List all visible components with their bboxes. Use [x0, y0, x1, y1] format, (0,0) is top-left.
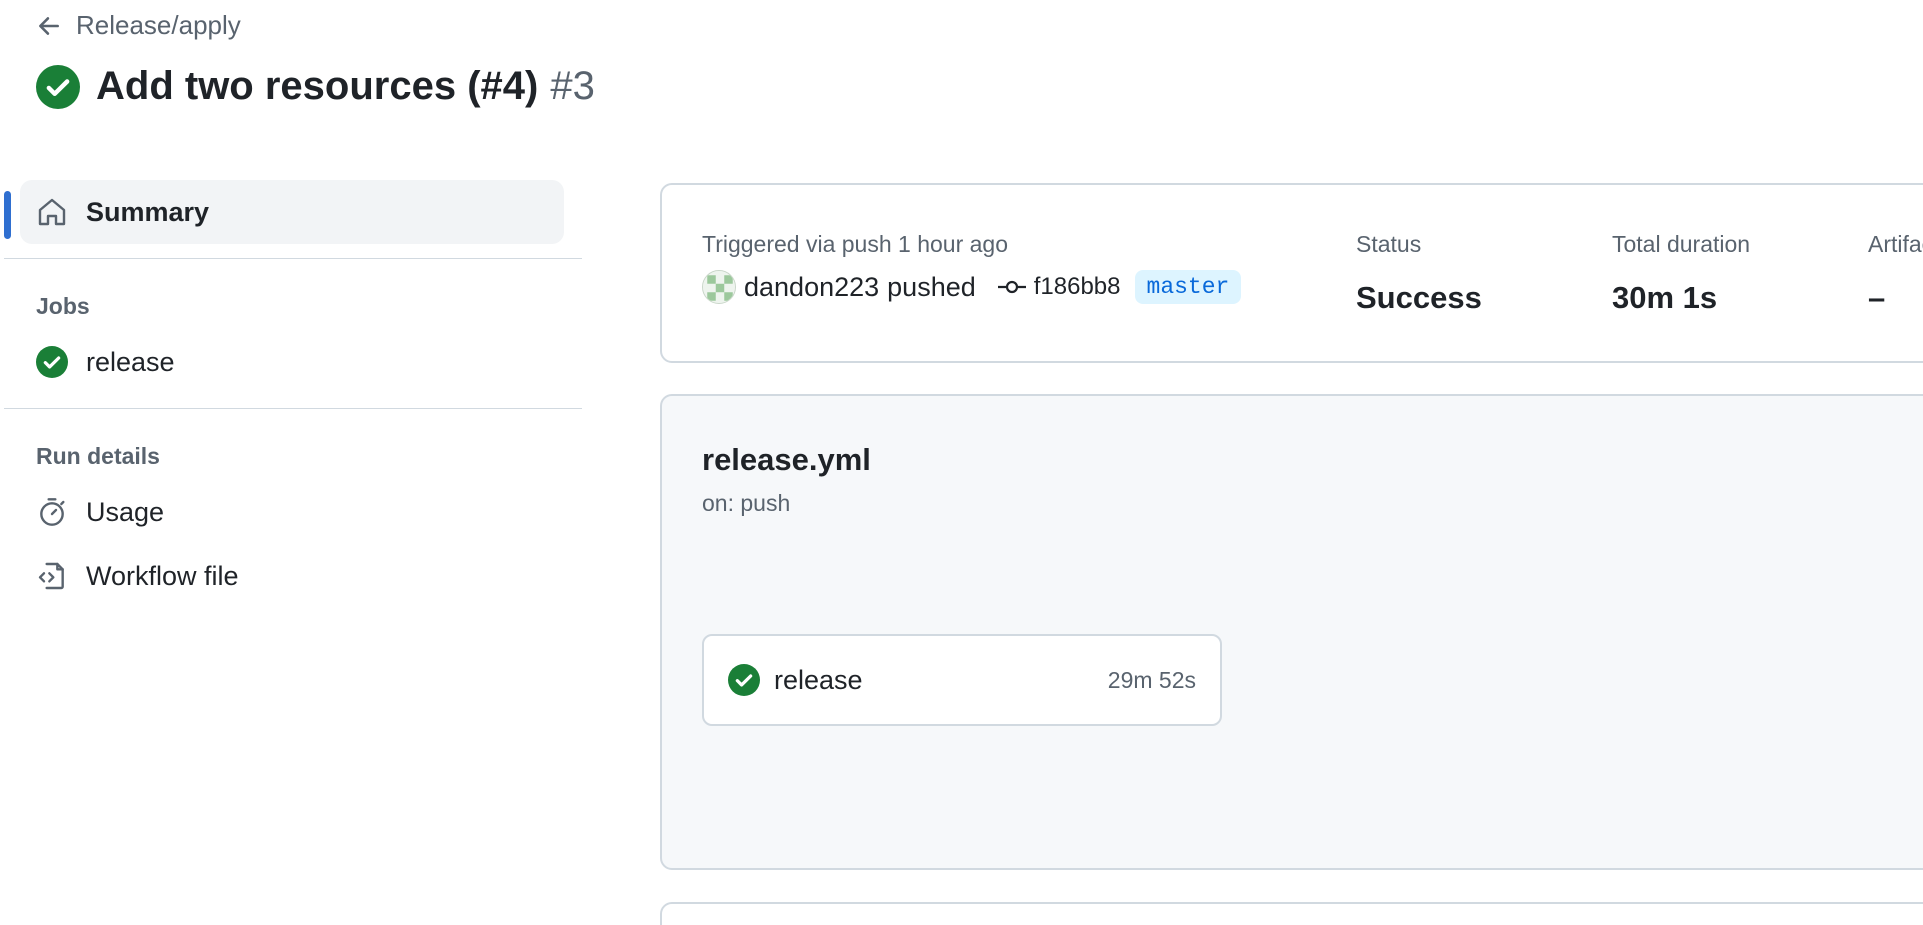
sidebar-item-label: Workflow file	[86, 560, 239, 591]
file-code-icon	[38, 562, 64, 590]
artifacts-value: –	[1868, 280, 1886, 315]
sidebar-item-workflow-file[interactable]: Workflow file	[0, 544, 582, 608]
stopwatch-icon	[40, 498, 65, 526]
status-column: Status Success	[1356, 231, 1482, 316]
job-node-release[interactable]: release 29m 52s	[702, 634, 1222, 726]
page-title-row: Add two resources (#4) #3	[36, 64, 595, 109]
arrow-left-icon	[39, 16, 59, 35]
job-duration: 29m 52s	[1107, 666, 1196, 693]
success-check-icon	[36, 64, 80, 109]
workflow-trigger: on: push	[702, 490, 791, 516]
sidebar-item-label: release	[86, 346, 175, 377]
action-text: pushed	[887, 271, 976, 302]
back-link-label[interactable]: Release/apply	[76, 10, 241, 41]
artifacts-label: Artifacts	[1868, 231, 1923, 257]
status-label: Status	[1356, 231, 1422, 257]
page-title: Add two resources (#4)	[96, 64, 539, 108]
workflow-file-name: release.yml	[702, 442, 871, 477]
duration-column: Total duration 30m 1s	[1612, 231, 1750, 316]
workflow-graph-card: release.yml on: push release 29m 52s	[660, 394, 1923, 870]
success-check-icon	[728, 664, 760, 696]
job-name: release	[774, 664, 863, 695]
back-link[interactable]: Release/apply	[36, 10, 241, 41]
actor-link[interactable]: dandon223	[744, 272, 879, 303]
sidebar-item-label: Summary	[86, 196, 210, 227]
commit-sha: f186bb8	[1033, 273, 1121, 300]
run-summary-card: Triggered via push 1 hour ago dandon223 …	[660, 183, 1923, 363]
annotations-card	[660, 902, 1923, 925]
artifacts-column: Artifacts –	[1868, 231, 1923, 316]
duration-value: 30m 1s	[1612, 280, 1718, 315]
run-number: #3	[550, 64, 595, 108]
duration-label: Total duration	[1612, 231, 1751, 257]
avatar[interactable]	[702, 270, 736, 304]
branch-badge[interactable]: master	[1134, 270, 1242, 304]
git-commit-icon	[997, 280, 1026, 294]
home-icon	[38, 198, 66, 226]
success-check-icon	[36, 346, 68, 378]
sidebar-item-job-release[interactable]: release	[0, 330, 582, 394]
avatar-identicon	[703, 271, 735, 303]
commit-link[interactable]: f186bb8	[997, 273, 1121, 301]
jobs-heading: Jobs	[36, 293, 90, 319]
divider	[4, 258, 582, 259]
trigger-text: Triggered via push 1 hour ago	[702, 231, 1009, 257]
trigger-line: dandon223 pushed f186bb8 master	[702, 270, 1242, 304]
trigger-column: Triggered via push 1 hour ago dandon223 …	[702, 231, 1242, 304]
run-details-heading: Run details	[36, 443, 160, 469]
sidebar-item-usage[interactable]: Usage	[0, 480, 582, 544]
sidebar: Summary Jobs release Run details Usage W…	[0, 180, 582, 608]
status-value: Success	[1356, 280, 1482, 315]
divider	[4, 408, 582, 409]
workflow-run-page: Release/apply Add two resources (#4) #3 …	[0, 0, 1923, 925]
sidebar-item-label: Usage	[86, 496, 165, 527]
sidebar-item-summary[interactable]: Summary	[20, 180, 564, 244]
